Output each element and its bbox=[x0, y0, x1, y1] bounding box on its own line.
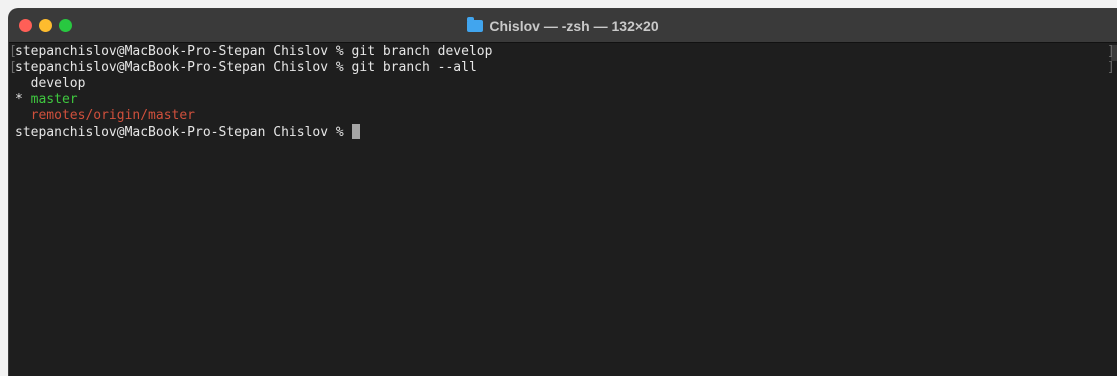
branch-master: master bbox=[30, 92, 78, 107]
window-title-text: Chislov — -zsh — 132×20 bbox=[489, 18, 659, 34]
branch-develop: develop bbox=[15, 76, 86, 91]
title-bar[interactable]: Chislov — -zsh — 132×20 bbox=[9, 9, 1117, 43]
terminal-window: Chislov — -zsh — 132×20 [stepanchislov@M… bbox=[8, 8, 1117, 376]
branch-remote-master: remotes/origin/master bbox=[15, 108, 196, 123]
terminal-line: stepanchislov@MacBook-Pro-Stepan Chislov… bbox=[15, 124, 1117, 140]
text-cursor bbox=[351, 124, 360, 139]
folder-icon bbox=[467, 17, 484, 32]
mark-bracket-icon: [ bbox=[9, 44, 17, 59]
window-title: Chislov — -zsh — 132×20 bbox=[9, 17, 1117, 35]
mark-bracket-icon: ] bbox=[1107, 44, 1115, 59]
mark-bracket-icon: [ bbox=[9, 60, 17, 75]
command-line: stepanchislov@MacBook-Pro-Stepan Chislov… bbox=[15, 60, 477, 75]
prompt: stepanchislov@MacBook-Pro-Stepan Chislov… bbox=[15, 125, 352, 140]
current-branch-marker: * bbox=[15, 92, 31, 107]
command-line: stepanchislov@MacBook-Pro-Stepan Chislov… bbox=[15, 44, 493, 59]
terminal-line: * master bbox=[15, 92, 1117, 108]
mark-bracket-icon: ] bbox=[1107, 60, 1115, 75]
terminal-line: [stepanchislov@MacBook-Pro-Stepan Chislo… bbox=[9, 44, 1117, 60]
terminal-line: [stepanchislov@MacBook-Pro-Stepan Chislo… bbox=[9, 60, 1117, 76]
terminal-output[interactable]: [stepanchislov@MacBook-Pro-Stepan Chislo… bbox=[9, 44, 1117, 376]
terminal-line: develop bbox=[15, 76, 1117, 92]
terminal-line: remotes/origin/master bbox=[15, 108, 1117, 124]
